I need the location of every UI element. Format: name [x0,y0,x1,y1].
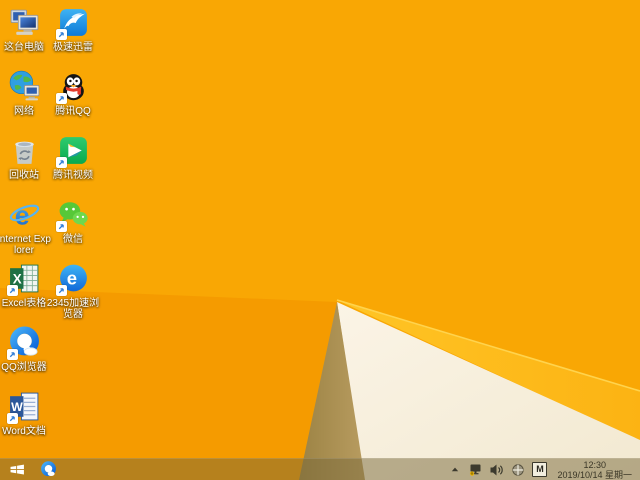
qq-browser-icon [6,326,41,360]
system-tray: M 12:30 2019/10/14 星期一 [448,460,640,480]
recycle-bin-icon [8,134,41,167]
desktop-icon-xunlei-speed[interactable]: 极速迅雷 [46,6,100,53]
shortcut-arrow-icon [55,221,67,232]
svg-text:e: e [66,268,76,289]
desktop-icon-browser-2345[interactable]: e 2345加速浏览器 [46,262,100,320]
volume-icon[interactable] [490,463,504,477]
this-pc-icon [8,6,41,39]
shortcut-arrow-icon [6,285,18,296]
input-method-indicator[interactable]: M [532,462,548,477]
desktop-icon-label: 网络 [14,106,34,117]
taskbar: M 12:30 2019/10/14 星期一 [0,458,640,480]
clock-date: 2019/10/14 星期一 [557,469,632,480]
clock-time: 12:30 [583,459,606,470]
shortcut-arrow-icon [55,93,67,104]
taskbar-pinned-qq-browser[interactable] [34,459,62,480]
desktop-icon-label: 腾讯视频 [53,170,93,181]
browser-2345-icon: e [55,262,90,296]
start-button[interactable] [0,459,34,480]
desktop-icon-internet-explorer[interactable]: e Internet Explorer [0,198,51,256]
internet-explorer-icon: e [8,198,41,231]
shortcut-arrow-icon [6,349,18,360]
chevron-up-icon [452,467,459,471]
wechat-icon [55,198,90,232]
shortcut-arrow-icon [6,413,18,424]
desktop-icon-label: Internet Explorer [0,234,51,256]
desktop-icon-this-pc[interactable]: 这台电脑 [0,6,51,53]
desktop-icon-label: 回收站 [9,170,39,181]
desktop-icon-label: QQ浏览器 [1,362,47,373]
windows-logo-icon [10,464,24,475]
shortcut-arrow-icon [55,157,67,168]
tencent-video-icon [55,134,90,168]
show-hidden-icons-button[interactable] [448,463,462,477]
network-status-icon[interactable] [469,463,483,477]
qq-browser-icon [40,461,56,477]
tencent-qq-icon [55,70,90,104]
desktop[interactable]: 这台电脑 网络 回收站 e Internet Explorer X Excel表… [0,0,640,480]
desktop-icon-word[interactable]: W Word文档 [0,390,51,437]
network-icon [8,70,41,103]
desktop-icon-wechat[interactable]: 微信 [46,198,100,245]
desktop-icon-label: 腾讯QQ [55,106,91,117]
excel-icon: X [6,262,41,296]
shortcut-arrow-icon [55,29,67,40]
shortcut-arrow-icon [55,285,67,296]
desktop-icon-network[interactable]: 网络 [0,70,51,117]
word-icon: W [6,390,41,424]
desktop-icon-label: 这台电脑 [4,42,44,53]
desktop-icon-excel[interactable]: X Excel表格 [0,262,51,309]
desktop-icon-label: 极速迅雷 [53,42,93,53]
xunlei-speed-icon [55,6,90,40]
tray-utility-icon[interactable] [511,463,525,477]
desktop-icon-label: Word文档 [2,426,46,437]
svg-text:e: e [14,200,29,230]
desktop-icon-tencent-qq[interactable]: 腾讯QQ [46,70,100,117]
desktop-icon-label: 微信 [63,234,83,245]
desktop-icon-label: Excel表格 [1,298,47,309]
desktop-icon-tencent-video[interactable]: 腾讯视频 [46,134,100,181]
taskbar-clock[interactable]: 12:30 2019/10/14 星期一 [554,460,635,480]
desktop-icon-qq-browser[interactable]: QQ浏览器 [0,326,51,373]
desktop-icon-label: 2345加速浏览器 [46,298,100,320]
desktop-icon-recycle-bin[interactable]: 回收站 [0,134,51,181]
